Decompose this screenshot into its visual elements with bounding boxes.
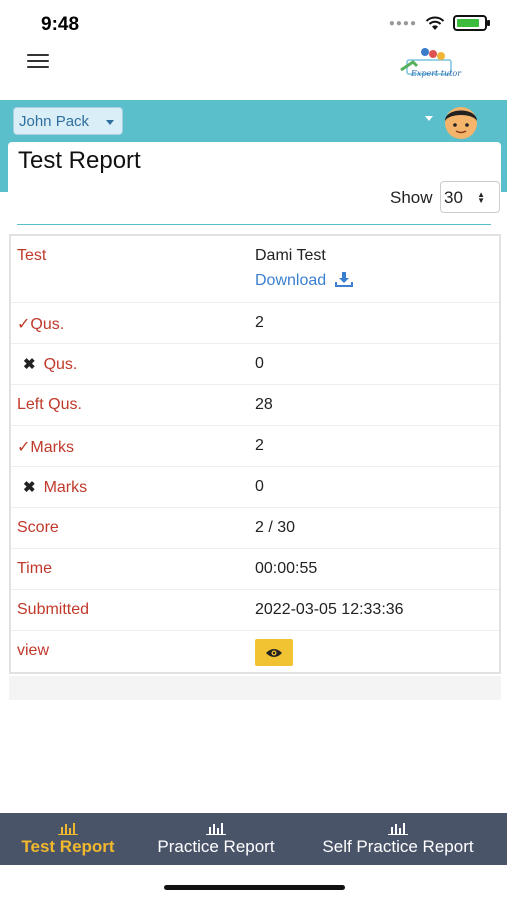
divider bbox=[17, 224, 491, 225]
correct-questions-label: ✓Qus. bbox=[17, 316, 65, 333]
select-arrows-icon: ▲ ▼ bbox=[477, 190, 485, 205]
left-questions-value: 28 bbox=[255, 396, 273, 413]
home-indicator[interactable] bbox=[164, 885, 345, 890]
table-row: Left Qus. 28 bbox=[11, 384, 499, 425]
bar-chart-icon bbox=[388, 823, 408, 835]
tab-test-report-label: Test Report bbox=[21, 837, 115, 856]
tab-self-practice-report[interactable]: Self Practice Report bbox=[304, 813, 492, 865]
score-value: 2 / 30 bbox=[255, 519, 296, 536]
wrong-questions-value: 0 bbox=[255, 355, 264, 372]
correct-marks-value: 2 bbox=[255, 437, 264, 454]
wifi-icon bbox=[425, 16, 445, 30]
time-label: Time bbox=[17, 560, 52, 577]
show-count-value: 30 bbox=[444, 188, 463, 207]
close-icon: ✖ bbox=[23, 356, 36, 373]
show-count-select[interactable]: 30 ▲ ▼ bbox=[440, 181, 500, 213]
app-logo: Expert tutor bbox=[397, 46, 467, 80]
table-row: Submitted 2022-03-05 12:33:36 bbox=[11, 589, 499, 630]
bar-chart-icon bbox=[58, 823, 78, 835]
table-row: ✓Marks 2 bbox=[11, 425, 499, 466]
tab-self-practice-report-label: Self Practice Report bbox=[322, 837, 474, 856]
report-table: Test Dami Test Download ✓Qus. 2 ✖ Qus. 0 … bbox=[9, 234, 501, 674]
table-footer bbox=[9, 676, 501, 700]
menu-icon[interactable] bbox=[27, 54, 49, 70]
eye-icon bbox=[266, 648, 282, 657]
wrong-marks-value: 0 bbox=[255, 478, 264, 495]
table-row: ✖ Marks 0 bbox=[11, 466, 499, 507]
submitted-label: Submitted bbox=[17, 601, 90, 618]
download-icon bbox=[334, 272, 353, 287]
tab-test-report[interactable]: Test Report bbox=[6, 813, 130, 865]
student-select[interactable]: John Pack bbox=[13, 107, 123, 135]
test-name: Dami Test bbox=[255, 247, 326, 264]
status-time: 9:48 bbox=[41, 14, 80, 35]
correct-questions-value: 2 bbox=[255, 314, 264, 331]
avatar-dropdown-icon[interactable] bbox=[425, 116, 433, 121]
top-nav: Expert tutor bbox=[0, 44, 507, 100]
view-button[interactable] bbox=[255, 639, 293, 666]
status-icons: ●●●● bbox=[388, 15, 490, 31]
table-row: ✓Qus. 2 bbox=[11, 302, 499, 343]
close-icon: ✖ bbox=[23, 479, 36, 496]
avatar[interactable] bbox=[441, 101, 481, 141]
bottom-tab-bar: Test Report Practice Report Self Practic… bbox=[0, 813, 507, 865]
status-bar: 9:48 ●●●● bbox=[0, 0, 507, 44]
show-label: Show bbox=[390, 188, 433, 207]
table-row-view: view bbox=[11, 630, 499, 672]
score-label: Score bbox=[17, 519, 59, 536]
view-label: view bbox=[17, 642, 50, 659]
test-label: Test bbox=[17, 247, 47, 264]
wrong-marks-label: ✖ Marks bbox=[23, 479, 88, 496]
logo-text: Expert tutor bbox=[411, 69, 462, 78]
download-label: Download bbox=[255, 272, 327, 289]
table-row: Time 00:00:55 bbox=[11, 548, 499, 589]
chevron-down-icon bbox=[106, 120, 114, 125]
left-questions-label: Left Qus. bbox=[17, 396, 82, 413]
avatar-face-icon bbox=[445, 107, 477, 139]
page-title: Test Report bbox=[18, 147, 141, 174]
submitted-value: 2022-03-05 12:33:36 bbox=[255, 601, 404, 618]
signal-icon: ●●●● bbox=[388, 17, 417, 29]
wrong-questions-label: ✖ Qus. bbox=[23, 356, 78, 373]
tab-practice-report[interactable]: Practice Report bbox=[143, 813, 289, 865]
battery-icon bbox=[453, 15, 490, 31]
table-row: Score 2 / 30 bbox=[11, 507, 499, 548]
download-link[interactable]: Download bbox=[255, 272, 353, 290]
tab-practice-report-label: Practice Report bbox=[157, 837, 275, 856]
time-value: 00:00:55 bbox=[255, 560, 318, 577]
table-row: ✖ Qus. 0 bbox=[11, 343, 499, 384]
bar-chart-icon bbox=[206, 823, 226, 835]
correct-marks-label: ✓Marks bbox=[17, 439, 74, 456]
student-name: John Pack bbox=[19, 113, 90, 130]
table-row-test: Test Dami Test Download bbox=[11, 236, 499, 302]
